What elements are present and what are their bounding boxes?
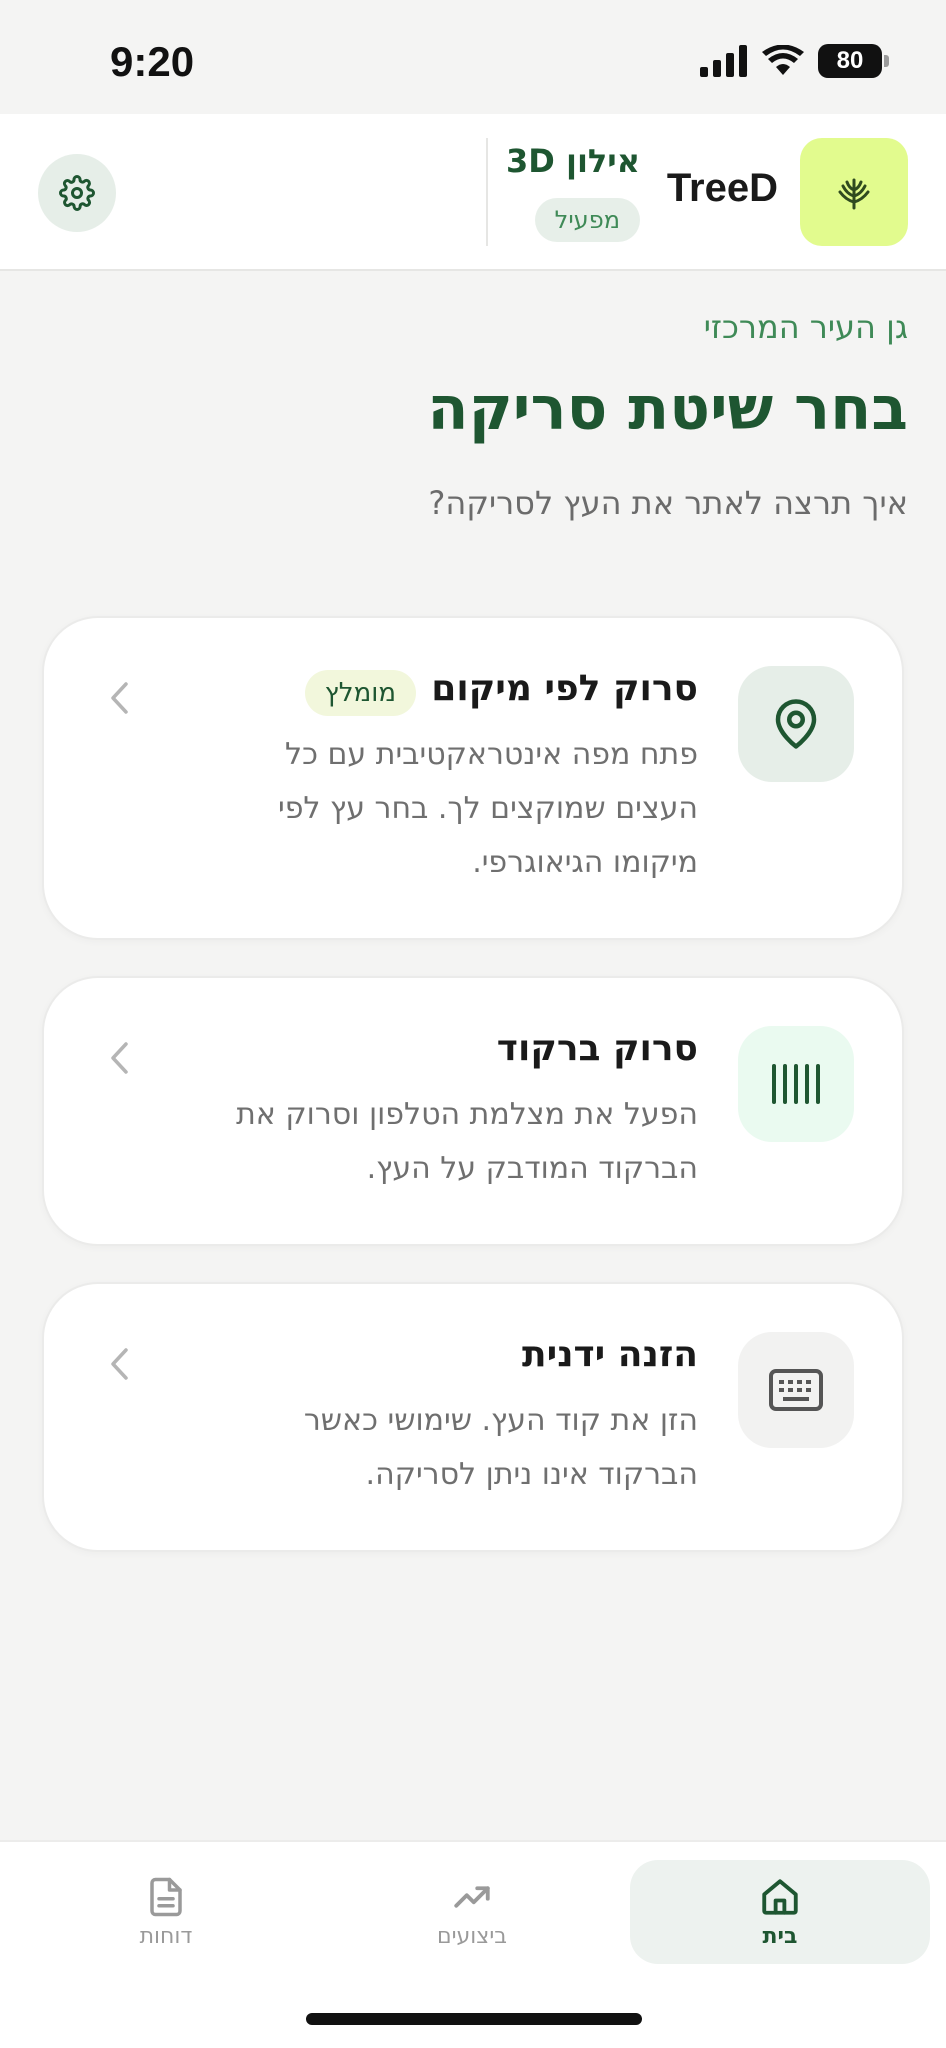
map-pin-icon: [775, 699, 817, 749]
app-header: TreeD אילון 3D מפעיל: [0, 114, 946, 271]
page-subtitle: איך תרצה לאתר את העץ לסריקה?: [428, 484, 908, 522]
chevron-left-icon: [104, 1344, 134, 1384]
scan-by-location-card[interactable]: סרוק לפי מיקום מומלץ פתח מפה אינטראקטיבי…: [42, 616, 904, 940]
recommended-badge: מומלץ: [304, 670, 416, 716]
wifi-icon: [762, 45, 804, 75]
home-icon: [762, 1878, 798, 1915]
barcode-icon: [772, 1064, 820, 1104]
chevron-left-icon: [104, 1038, 134, 1078]
gear-icon: [59, 175, 95, 211]
status-icons: 80: [700, 44, 889, 78]
card-title: סרוק ברקוד: [496, 1028, 698, 1069]
card-description: הפעל את מצלמת הטלפון וסרוק את הברקוד המו…: [236, 1097, 698, 1186]
user-name: אילון 3D: [505, 142, 640, 180]
signal-icon: [700, 45, 747, 77]
user-status-badge: מפעיל: [534, 198, 640, 242]
trending-up-icon: [454, 1885, 490, 1908]
home-indicator: [306, 2013, 642, 2025]
nav-label: בית: [762, 1923, 798, 1949]
brand-name: TreeD: [666, 166, 778, 210]
settings-button[interactable]: [38, 154, 116, 232]
location-label: גן העיר המרכזי: [703, 308, 908, 346]
document-icon: [150, 1877, 182, 1916]
nav-reports[interactable]: דוחות: [66, 1860, 266, 1964]
card-icon-tile: [738, 666, 854, 782]
nav-label: דוחות: [139, 1923, 193, 1949]
status-bar: 9:20 80: [0, 0, 946, 114]
scan-barcode-card[interactable]: סרוק ברקוד הפעל את מצלמת הטלפון וסרוק את…: [42, 976, 904, 1246]
nav-label: ביצועים: [437, 1923, 507, 1949]
card-description: פתח מפה אינטראקטיבית עם כל העצים שמוקצים…: [277, 737, 698, 880]
card-icon-tile: [738, 1026, 854, 1142]
nav-performance[interactable]: ביצועים: [372, 1860, 572, 1964]
manual-entry-card[interactable]: הזנה ידנית הזן את קוד העץ. שימושי כאשר ה…: [42, 1282, 904, 1552]
card-title: הזנה ידנית: [522, 1334, 698, 1375]
card-icon-tile: [738, 1332, 854, 1448]
card-title: סרוק לפי מיקום: [431, 668, 698, 709]
nav-home[interactable]: בית: [630, 1860, 930, 1964]
card-description: הזן את קוד העץ. שימושי כאשר הברקוד אינו …: [303, 1403, 698, 1492]
keyboard-icon: [769, 1369, 823, 1411]
header-divider: [486, 138, 488, 246]
page-title: בחר שיטת סריקה: [427, 374, 908, 444]
status-time: 9:20: [110, 38, 195, 85]
logo: [800, 138, 908, 246]
tree-logo-icon: [838, 178, 870, 210]
chevron-left-icon: [104, 678, 134, 718]
battery-indicator: 80: [818, 44, 889, 78]
